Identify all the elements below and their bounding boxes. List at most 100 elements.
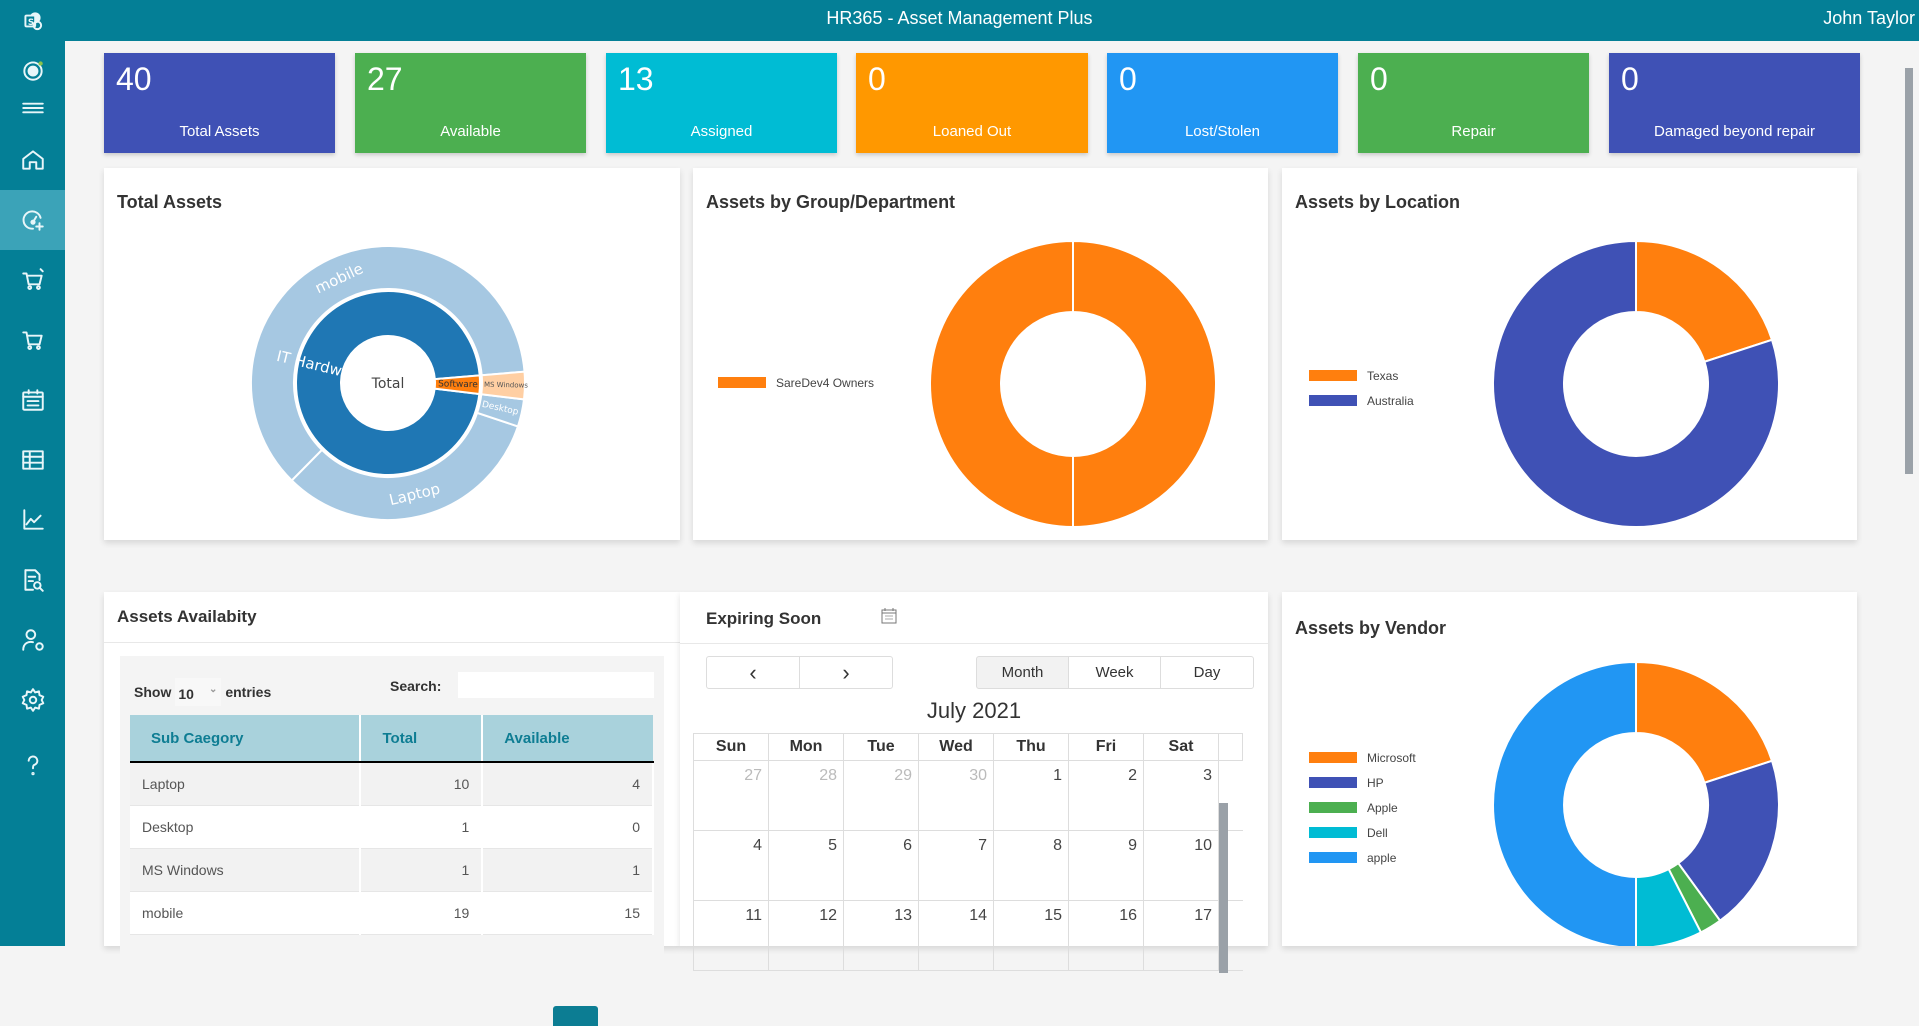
calendar-day-cell[interactable]: 10 bbox=[1144, 831, 1219, 900]
weekday-label: Wed bbox=[919, 734, 994, 760]
calendar-grid: Sun Mon Tue Wed Thu Fri Sat 27 28 29 30 1 2 3 4… bbox=[693, 733, 1243, 971]
vendor-panel: Assets by Vendor Microsoft HP Apple Dell app… bbox=[1282, 592, 1857, 946]
user-name[interactable]: John Taylor bbox=[1823, 8, 1915, 29]
stat-card-lost-stolen[interactable]: 0 Lost/Stolen bbox=[1107, 53, 1338, 153]
entries-select[interactable]: 10 ⌄ bbox=[175, 678, 222, 706]
calendar-scrollbar[interactable] bbox=[1219, 803, 1228, 973]
calendar-day-cell[interactable]: 29 bbox=[844, 761, 919, 830]
app-title: HR365 - Asset Management Plus bbox=[826, 8, 1093, 28]
sidebar-item-sharepoint[interactable]: S bbox=[0, 0, 65, 41]
sidebar-item-settings[interactable] bbox=[0, 670, 65, 730]
sidebar-item-help[interactable] bbox=[0, 735, 65, 795]
stat-value: 0 bbox=[868, 61, 886, 97]
stat-card-total-assets[interactable]: 40 Total Assets bbox=[104, 53, 335, 153]
divider bbox=[680, 643, 1268, 644]
stat-card-damaged[interactable]: 0 Damaged beyond repair bbox=[1609, 53, 1860, 153]
calendar-day-cell[interactable]: 1 bbox=[994, 761, 1069, 830]
sunburst-label: MS Windows bbox=[484, 381, 528, 390]
calendar-week-row: 27 28 29 30 1 2 3 bbox=[693, 761, 1243, 831]
stat-value: 27 bbox=[367, 61, 403, 97]
page-scrollbar[interactable] bbox=[1905, 68, 1913, 474]
view-month-button[interactable]: Month bbox=[976, 656, 1069, 689]
stat-card-repair[interactable]: 0 Repair bbox=[1358, 53, 1589, 153]
calendar-day-cell[interactable]: 3 bbox=[1144, 761, 1219, 830]
weekday-label: Mon bbox=[769, 734, 844, 760]
pagination-button[interactable] bbox=[553, 1006, 598, 1026]
calendar-day-cell[interactable]: 4 bbox=[694, 831, 769, 900]
entries-control: Show 10 ⌄ entries bbox=[134, 678, 271, 706]
search-input[interactable] bbox=[458, 672, 654, 698]
sidebar-item-dashboard[interactable] bbox=[0, 190, 65, 250]
cell-total: 19 bbox=[360, 891, 484, 935]
view-day-button[interactable]: Day bbox=[1160, 656, 1254, 689]
stat-card-available[interactable]: 27 Available bbox=[355, 53, 586, 153]
sidebar-item-cart[interactable] bbox=[0, 310, 65, 370]
calendar-day-cell[interactable]: 5 bbox=[769, 831, 844, 900]
donut-slice-texas[interactable] bbox=[1635, 239, 1774, 364]
sidebar-item-home[interactable] bbox=[0, 130, 65, 190]
home-icon bbox=[21, 150, 44, 170]
donut-slice-microsoft[interactable] bbox=[1635, 660, 1774, 785]
vendor-donut bbox=[1492, 660, 1780, 946]
stat-label: Repair bbox=[1451, 123, 1496, 140]
panel-title: Assets Availabity bbox=[117, 607, 257, 626]
calendar-day-cell[interactable]: 15 bbox=[994, 901, 1069, 970]
sidebar-item-request-asset[interactable] bbox=[0, 250, 65, 310]
line-chart-icon bbox=[22, 509, 44, 530]
sidebar-item-user-settings[interactable] bbox=[0, 610, 65, 670]
column-header-total[interactable]: Total bbox=[360, 715, 484, 763]
chevron-left-icon: ‹ bbox=[749, 659, 757, 685]
table-row: Desktop 1 0 bbox=[130, 805, 654, 849]
chevron-right-icon: › bbox=[842, 659, 850, 685]
calendar-day-cell[interactable]: 6 bbox=[844, 831, 919, 900]
calendar-day-cell[interactable]: 14 bbox=[919, 901, 994, 970]
donut-slice-apple[interactable] bbox=[1492, 660, 1637, 946]
sharepoint-icon: S bbox=[23, 11, 42, 30]
calendar-day-cell[interactable]: 13 bbox=[844, 901, 919, 970]
table-row: Laptop 10 4 bbox=[130, 762, 654, 806]
weekday-label: Fri bbox=[1069, 734, 1144, 760]
column-header-available[interactable]: Available bbox=[482, 715, 653, 763]
calendar-day-cell[interactable]: 2 bbox=[1069, 761, 1144, 830]
calendar-day-cell[interactable]: 17 bbox=[1144, 901, 1219, 970]
sidebar-item-calendar[interactable] bbox=[0, 370, 65, 430]
sidebar-item-reports-chart[interactable] bbox=[0, 490, 65, 550]
calendar-icon bbox=[21, 389, 44, 411]
calendar-day-cell[interactable]: 28 bbox=[769, 761, 844, 830]
calendar-day-cell[interactable]: 11 bbox=[694, 901, 769, 970]
calendar-day-cell[interactable]: 30 bbox=[919, 761, 994, 830]
column-header-sub-category[interactable]: Sub Caegory bbox=[130, 715, 362, 763]
stat-card-loaned-out[interactable]: 0 Loaned Out bbox=[856, 53, 1088, 153]
calendar-day-cell[interactable]: 8 bbox=[994, 831, 1069, 900]
cell-available: 15 bbox=[482, 891, 654, 935]
total-assets-panel: Total Assets Total IT Hardware Software mob… bbox=[104, 168, 680, 540]
calendar-day-cell[interactable]: 27 bbox=[694, 761, 769, 830]
chevron-down-icon: ⌄ bbox=[208, 684, 218, 695]
sunburst-chart: TotalIT Hardware SoftwaremobileLaptopDesk… bbox=[250, 245, 528, 521]
calendar-day-cell[interactable]: 16 bbox=[1069, 901, 1144, 970]
hamburger-menu-icon bbox=[21, 102, 44, 114]
cell-total: 1 bbox=[360, 805, 484, 849]
calendar-body: 27 28 29 30 1 2 3 4 5 6 7 8 9 10 11 12 13 14 15 16 17 bbox=[693, 761, 1243, 971]
settings-icon bbox=[21, 688, 44, 712]
panel-title: Expiring Soon bbox=[706, 609, 822, 628]
datatable-wrapper: Show 10 ⌄ entries Search: Sub Caegory Tot… bbox=[120, 656, 664, 1026]
calendar-day-cell[interactable]: 7 bbox=[919, 831, 994, 900]
weekday-label: Thu bbox=[994, 734, 1069, 760]
cart-add-icon bbox=[21, 268, 44, 290]
donut-slice-saredev4-owners[interactable] bbox=[929, 239, 1217, 529]
stat-card-assigned[interactable]: 13 Assigned bbox=[606, 53, 837, 153]
stat-value: 0 bbox=[1621, 61, 1639, 97]
calendar-prev-button[interactable]: ‹ bbox=[706, 656, 800, 689]
calendar-day-cell[interactable]: 9 bbox=[1069, 831, 1144, 900]
sidebar-item-table[interactable] bbox=[0, 430, 65, 490]
menu-toggle[interactable] bbox=[0, 88, 65, 128]
team-icon bbox=[22, 61, 43, 81]
assets-availability-panel: Assets Availabity Show 10 ⌄ entries Searc… bbox=[104, 592, 680, 1026]
calendar-icon[interactable] bbox=[880, 607, 898, 625]
sidebar-item-report-search[interactable] bbox=[0, 550, 65, 610]
calendar-next-button[interactable]: › bbox=[799, 656, 893, 689]
view-week-button[interactable]: Week bbox=[1068, 656, 1161, 689]
calendar-week-row: 4 5 6 7 8 9 10 bbox=[693, 831, 1243, 901]
calendar-day-cell[interactable]: 12 bbox=[769, 901, 844, 970]
